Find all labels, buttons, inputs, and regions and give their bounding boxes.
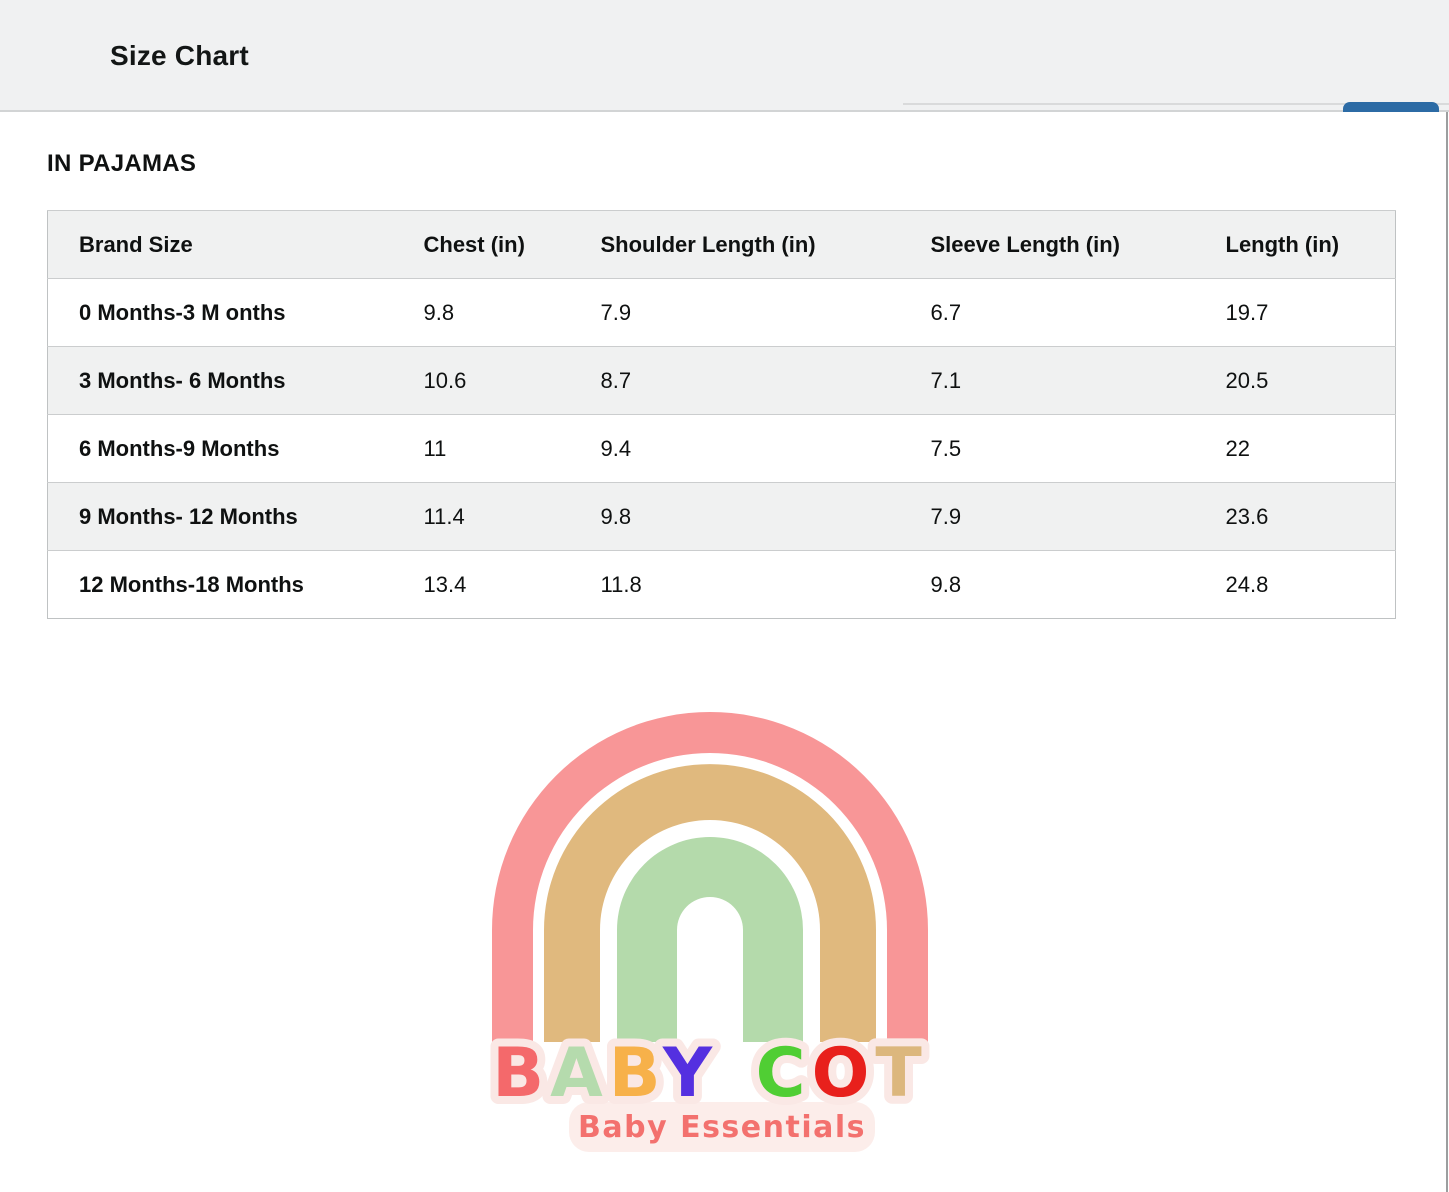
value-cell: 23.6 — [1213, 483, 1396, 551]
brand-name-text: BABYCOT — [492, 1034, 928, 1113]
size-chart-content: IN PAJAMAS Brand Size Chest (in) Shoulde… — [0, 112, 1449, 1192]
value-cell: 9.8 — [918, 551, 1213, 619]
value-cell: 20.5 — [1213, 347, 1396, 415]
page-title: Size Chart — [110, 40, 249, 72]
table-row: 0 Months-3 M onths9.87.96.719.7 — [48, 279, 1396, 347]
tagline-text: Baby Essentials — [578, 1110, 866, 1145]
column-header-length: Length (in) — [1213, 211, 1396, 279]
value-cell: 24.8 — [1213, 551, 1396, 619]
modal-header: Size Chart — [0, 0, 1449, 112]
partially-visible-blue-button[interactable] — [1343, 102, 1439, 112]
rainbow-middle-arc — [544, 764, 876, 1042]
value-cell: 10.6 — [411, 347, 588, 415]
table-row: 3 Months- 6 Months10.68.77.120.5 — [48, 347, 1396, 415]
size-table-body: 0 Months-3 M onths9.87.96.719.73 Months-… — [48, 279, 1396, 619]
value-cell: 8.7 — [588, 347, 918, 415]
column-header-shoulder-length: Shoulder Length (in) — [588, 211, 918, 279]
value-cell: 7.9 — [918, 483, 1213, 551]
row-label-cell: 6 Months-9 Months — [48, 415, 411, 483]
row-label-cell: 9 Months- 12 Months — [48, 483, 411, 551]
value-cell: 19.7 — [1213, 279, 1396, 347]
value-cell: 9.4 — [588, 415, 918, 483]
row-label-cell: 3 Months- 6 Months — [48, 347, 411, 415]
row-label-cell: 12 Months-18 Months — [48, 551, 411, 619]
value-cell: 6.7 — [918, 279, 1213, 347]
value-cell: 13.4 — [411, 551, 588, 619]
rainbow-inner-arc — [617, 837, 803, 1042]
column-header-chest: Chest (in) — [411, 211, 588, 279]
header-row: Brand Size Chest (in) Shoulder Length (i… — [48, 211, 1396, 279]
column-header-brand-size: Brand Size — [48, 211, 411, 279]
row-label-cell: 0 Months-3 M onths — [48, 279, 411, 347]
column-header-sleeve-length: Sleeve Length (in) — [918, 211, 1213, 279]
section-heading: IN PAJAMAS — [47, 150, 196, 178]
scrollbar-thumb[interactable] — [1446, 112, 1448, 1192]
size-table-header: Brand Size Chest (in) Shoulder Length (i… — [48, 211, 1396, 279]
table-row: 6 Months-9 Months119.47.522 — [48, 415, 1396, 483]
value-cell: 11 — [411, 415, 588, 483]
value-cell: 9.8 — [411, 279, 588, 347]
size-table: Brand Size Chest (in) Shoulder Length (i… — [47, 210, 1396, 619]
value-cell: 22 — [1213, 415, 1396, 483]
value-cell: 11.8 — [588, 551, 918, 619]
value-cell: 7.1 — [918, 347, 1213, 415]
table-row: 12 Months-18 Months13.411.89.824.8 — [48, 551, 1396, 619]
baby-cot-logo: BABYCOT Baby Essentials — [450, 690, 980, 1165]
value-cell: 7.5 — [918, 415, 1213, 483]
value-cell: 9.8 — [588, 483, 918, 551]
table-row: 9 Months- 12 Months11.49.87.923.6 — [48, 483, 1396, 551]
value-cell: 7.9 — [588, 279, 918, 347]
value-cell: 11.4 — [411, 483, 588, 551]
